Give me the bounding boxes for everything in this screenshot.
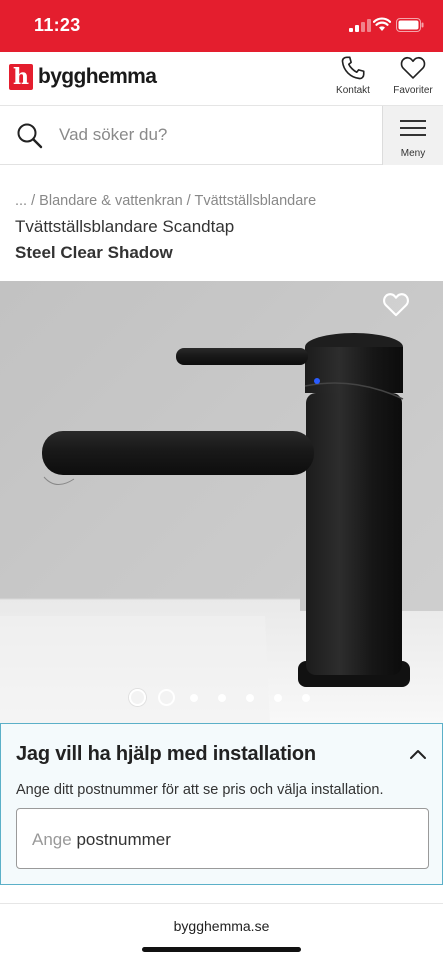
carousel-dot[interactable] [218,694,226,702]
home-indicator[interactable] [142,947,301,952]
installation-title[interactable]: Jag vill ha hjälp med installation [16,743,316,766]
product-image[interactable] [0,281,443,723]
hamburger-icon [400,120,426,136]
status-bar: 11:23 [0,0,443,52]
breadcrumb[interactable]: ... / Blandare & vattenkran / Tvättställ… [15,193,316,209]
bygghemma-logo[interactable]: h bygghemma [9,63,157,91]
heart-icon [400,56,426,79]
phone-icon [341,56,365,80]
menu-label: Meny [400,148,426,159]
postal-code-input[interactable]: Ange postnummer [16,808,429,869]
wifi-icon [373,17,391,31]
status-time: 11:23 [34,15,81,35]
signal-icon [349,19,371,32]
installation-panel: Jag vill ha hjälp med installation Ange … [0,723,443,885]
heart-icon[interactable] [382,291,410,317]
browser-url[interactable]: bygghemma.se [0,918,443,934]
search-bar: Vad söker du? Meny [0,106,443,165]
carousel-dot[interactable] [158,689,175,706]
carousel-dot[interactable] [129,689,146,706]
carousel-dot[interactable] [302,694,310,702]
carousel-dot[interactable] [274,694,282,702]
installation-description: Ange ditt postnummer för att se pris och… [16,782,384,798]
search-input[interactable]: Vad söker du? [59,125,167,145]
chevron-up-icon[interactable] [409,748,427,760]
faucet-photo [0,281,443,723]
postal-code-placeholder: Ange postnummer [32,830,171,850]
postal-placeholder-prefix: Ange [32,830,72,849]
battery-icon [396,18,424,32]
image-carousel-dots [0,689,443,709]
product-subtitle: Tvättställsblandare Scandtap [15,217,235,236]
favoriter-label: Favoriter [393,85,433,96]
favoriter-button[interactable]: Favoriter [388,54,438,96]
search-icon [17,123,43,149]
carousel-dot[interactable] [190,694,198,702]
product-title: Steel Clear Shadow [15,243,173,262]
browser-bottom-bar: bygghemma.se [0,903,443,960]
kontakt-button[interactable]: Kontakt [328,54,378,96]
logo-text: bygghemma [38,65,157,88]
logo-mark: h [9,64,33,90]
postal-placeholder-value: postnummer [76,830,171,849]
menu-button[interactable]: Meny [382,106,443,165]
kontakt-label: Kontakt [336,85,370,96]
site-header: h bygghemma Kontakt Favoriter [0,52,443,106]
carousel-dot[interactable] [246,694,254,702]
